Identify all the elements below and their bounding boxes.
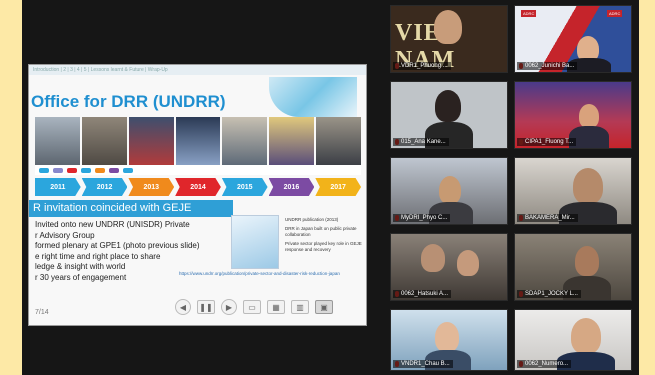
publication-cover-image [231,215,279,269]
side-note: DRR in Japan built on public private col… [285,226,357,237]
slideshow-icon[interactable]: ▣ [315,300,333,314]
participant-tile[interactable]: 015_Ana Kane... [390,81,508,149]
slide-header-breadcrumb: Introduction | 2 | 3 | 4 | 5 | Lessons l… [29,65,366,75]
bullet-item: Invited onto new UNDRR (UNISDR) Private [35,220,190,229]
side-note: UNDRR publication (2013) [285,217,339,222]
side-notes: UNDRR publication (2013) DRR in Japan bu… [285,217,365,256]
photo-auditorium [269,117,315,165]
participant-tile[interactable]: MyDRI_Phyo C... [390,157,508,225]
photo-stage [175,117,221,165]
logo-badge: ADRC [521,10,537,17]
participant-name: 0062_Numero... [517,360,572,368]
participant-name: 015_Ana Kane... [393,138,449,146]
participant-name: MyDRI_Phyo C... [393,214,451,222]
photo-conference-hall [128,117,174,165]
photo-building [35,117,80,165]
participant-name: VDR1_Phuong ... [393,62,451,70]
shared-screen-slide: Introduction | 2 | 3 | 4 | 5 | Lessons l… [28,64,367,326]
timeline-year: 2013 [128,178,175,196]
photo-delegates [222,117,268,165]
photo-rubble [81,117,127,165]
timeline-year: 2015 [221,178,268,196]
timeline-year: 2016 [268,178,315,196]
participant-name: CIPA1_Fluong T... [517,138,577,146]
participant-face [571,318,601,354]
participant-name: 0062_Junichi Ba... [517,62,578,70]
slide-sorter-icon[interactable]: ▦ [267,300,285,314]
pause-icon[interactable]: ❚❚ [197,300,215,314]
video-call-window: Introduction | 2 | 3 | 4 | 5 | Lessons l… [22,0,639,375]
participant-face [575,246,599,276]
slide-page-number: 7/14 [35,309,49,316]
participant-tile[interactable]: 0062_Numero... [514,309,632,371]
bullet-item: r Advisory Group [35,230,95,240]
participant-face [439,176,461,204]
slide-controls: ◀ ❚❚ ▶ ▭ ▦ ▥ ▣ [175,299,333,315]
timeline-year: 2012 [81,178,128,196]
timeline-year: 2011 [35,178,81,196]
participant-face [421,244,445,272]
bullet-item: formed plenary at GPE1 (photo previous s… [35,241,200,250]
participant-tile[interactable]: ADRC ADRC 0062_Junichi Ba... [514,5,632,73]
participant-face [579,104,599,128]
participant-face [573,168,603,204]
timeline-year: 2014 [175,178,221,196]
photo-panel [316,117,362,165]
participant-gallery: VIET NAM VDR1_Phuong ... ADRC ADRC 0062_… [390,5,634,375]
bullet-item: e right time and right place to share [35,251,161,261]
participant-name: VNDR1_Chau B... [393,360,453,368]
side-note: Private sector played key role in GEJE r… [285,241,362,252]
participant-face [435,90,461,122]
logo-badge: ADRC [607,10,623,17]
participant-name: 0062_Hatsuki A... [393,290,452,298]
previous-slide-button[interactable]: ◀ [175,299,191,315]
participant-face [457,250,479,276]
publication-link[interactable]: https://www.undrr.org/publication/privat… [179,271,366,277]
participant-tile[interactable]: CIPA1_Fluong T... [514,81,632,149]
participant-tile[interactable]: VNDR1_Chau B... [390,309,508,371]
participant-name: SDAP1_JOCKY L... [517,290,581,298]
next-slide-button[interactable]: ▶ [221,299,237,315]
participant-name: BAKAMERA_Mir... [517,214,578,222]
slide-title: Office for DRR (UNDRR) [31,92,226,111]
title-decoration [269,77,357,117]
participant-tile[interactable]: BAKAMERA_Mir... [514,157,632,225]
sponsor-logos [35,165,361,175]
participant-tile[interactable]: 0062_Hatsuki A... [390,233,508,301]
timeline-year: 2017 [315,178,362,196]
photo-strip [35,117,362,165]
normal-view-icon[interactable]: ▭ [243,300,261,314]
participant-tile[interactable]: SDAP1_JOCKY L... [514,233,632,301]
participant-face [434,10,462,44]
participant-tile[interactable]: VIET NAM VDR1_Phuong ... [390,5,508,73]
section-banner: R invitation coincided with GEJE [29,200,233,217]
participant-face [435,322,459,352]
year-timeline: 2011 2012 2013 2014 2015 2016 2017 [35,178,362,196]
reading-view-icon[interactable]: ▥ [291,300,309,314]
